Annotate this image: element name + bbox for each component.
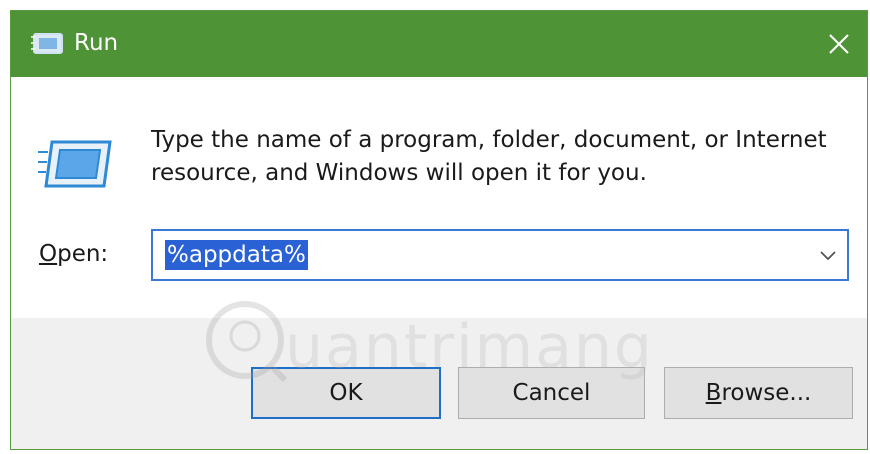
open-input-value[interactable]: %appdata% xyxy=(165,240,308,270)
run-dialog: Run Type the name of a program, folder, … xyxy=(10,10,868,450)
browse-label-rest: rowse... xyxy=(721,380,812,406)
close-icon xyxy=(829,34,849,54)
description-line-1: Type the name of a program, folder, docu… xyxy=(151,127,827,153)
button-bar: OK Cancel Browse... xyxy=(11,318,867,449)
run-dialog-icon xyxy=(31,33,63,54)
window-title: Run xyxy=(74,30,119,56)
chevron-down-icon[interactable] xyxy=(817,246,839,264)
close-button[interactable] xyxy=(811,11,867,77)
dialog-content: Type the name of a program, folder, docu… xyxy=(11,77,867,318)
description-line-2: resource, and Windows will open it for y… xyxy=(151,160,647,186)
ok-button[interactable]: OK xyxy=(251,367,441,419)
browse-mnemonic: B xyxy=(705,380,722,406)
open-label-rest: pen: xyxy=(57,241,109,267)
open-label-mnemonic: O xyxy=(39,241,58,267)
run-program-icon xyxy=(38,140,112,188)
open-label: Open: xyxy=(39,237,108,271)
cancel-button[interactable]: Cancel xyxy=(458,367,645,419)
title-bar[interactable]: Run xyxy=(11,11,867,77)
description-text: Type the name of a program, folder, docu… xyxy=(151,124,851,190)
open-combobox[interactable]: %appdata% xyxy=(151,229,849,281)
browse-button[interactable]: Browse... xyxy=(664,367,853,419)
